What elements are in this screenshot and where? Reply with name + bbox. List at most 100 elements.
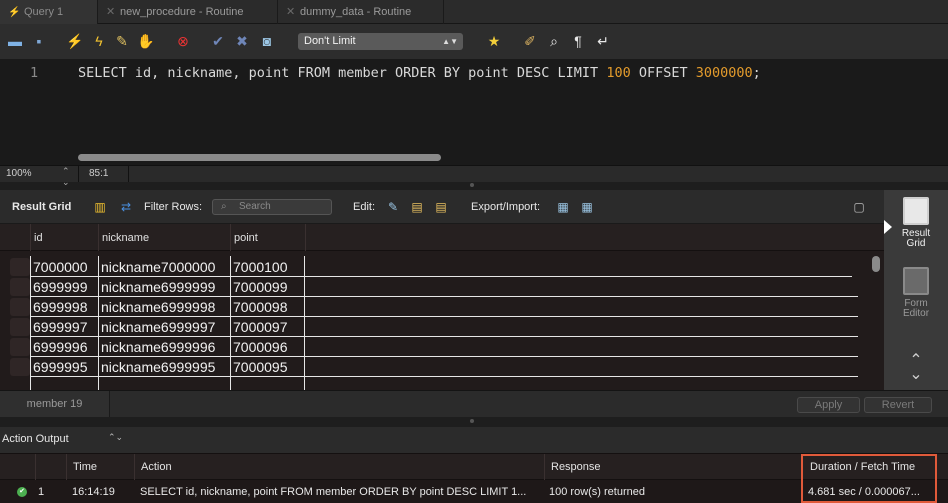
tab-dummy-data[interactable]: ✕ dummy_data - Routine — [278, 0, 444, 24]
column-header-point[interactable]: point — [230, 224, 305, 251]
toggle-panel-icon[interactable]: ▢ — [850, 199, 868, 215]
cell-id[interactable]: 7000000 — [31, 257, 88, 277]
revert-button[interactable]: Revert — [864, 397, 932, 413]
result-tab-label: member 19 — [26, 398, 83, 410]
execute-current-icon[interactable]: ϟ — [90, 32, 108, 50]
cell-point[interactable]: 7000100 — [231, 257, 288, 277]
sql-editor[interactable]: 1 SELECT id, nickname, point FROM member… — [0, 60, 948, 165]
splitter-handle[interactable] — [470, 419, 474, 423]
lightning-icon: ⚡ — [8, 7, 21, 18]
table-row[interactable]: 6999996 nickname6999996 7000096 — [0, 337, 884, 357]
cell-id[interactable]: 6999997 — [31, 317, 88, 337]
cell-id[interactable]: 6999998 — [31, 297, 88, 317]
beautify-icon[interactable]: ★ — [485, 32, 503, 50]
tab-label: dummy_data - Routine — [300, 6, 412, 18]
cell-nickname[interactable]: nickname6999995 — [99, 357, 215, 377]
cell-point[interactable]: 7000098 — [231, 297, 288, 317]
sql-number: 100 — [606, 65, 631, 81]
column-header-empty — [305, 224, 884, 251]
import-icon[interactable]: ▦ — [578, 199, 596, 215]
close-icon[interactable]: ✕ — [106, 0, 118, 24]
grid-line — [30, 336, 858, 337]
output-time: 16:14:19 — [72, 486, 115, 498]
wrap-icon[interactable]: ↵ — [594, 32, 612, 50]
output-selector-label[interactable]: Action Output — [2, 433, 69, 445]
table-row[interactable]: 6999998 nickname6999998 7000098 — [0, 297, 884, 317]
column-header-action[interactable]: Action — [134, 454, 544, 480]
edit-row-icon[interactable]: ✎ — [384, 199, 402, 215]
cell-id[interactable]: 6999995 — [31, 357, 88, 377]
table-row[interactable]: 6999995 nickname6999995 7000095 — [0, 357, 884, 377]
cell-nickname[interactable]: nickname6999997 — [99, 317, 215, 337]
cell-point[interactable]: 7000097 — [231, 317, 288, 337]
export-import-label: Export/Import: — [471, 201, 541, 213]
splitter-handle[interactable] — [470, 183, 474, 187]
sql-statement[interactable]: SELECT id, nickname, point FROM member O… — [78, 65, 761, 81]
autocommit-icon[interactable]: ◙ — [258, 32, 276, 50]
column-header-nickname[interactable]: nickname — [98, 224, 230, 251]
open-folder-icon[interactable]: ▬ — [6, 32, 24, 50]
form-editor-button[interactable]: Form Editor — [884, 267, 948, 319]
close-icon[interactable]: ✕ — [286, 0, 298, 24]
grid-layout-icon[interactable]: ▥ — [91, 199, 109, 215]
result-side-panel: Result Grid Form Editor ⌃ ⌄ — [884, 190, 948, 390]
divider — [78, 166, 79, 182]
scroll-chevrons-icon[interactable]: ⌃ ⌄ — [884, 353, 948, 383]
export-icon[interactable]: ▦ — [554, 199, 572, 215]
cell-point[interactable]: 7000099 — [231, 277, 288, 297]
refresh-icon[interactable]: ⇄ — [117, 199, 135, 215]
zoom-level[interactable]: 100% — [6, 168, 32, 179]
grid-line — [30, 296, 858, 297]
column-header-id[interactable]: id — [30, 224, 98, 251]
save-icon[interactable]: ▪ — [30, 32, 48, 50]
cell-point[interactable]: 7000096 — [231, 337, 288, 357]
selector-arrows-icon[interactable]: ⌃⌄ — [108, 432, 123, 443]
apply-button[interactable]: Apply — [797, 397, 860, 413]
cell-nickname[interactable]: nickname6999998 — [99, 297, 215, 317]
search-icon: ⌕ — [221, 201, 227, 212]
row-marker — [10, 298, 30, 316]
rollback-icon[interactable]: ✖ — [233, 32, 251, 50]
table-row[interactable]: 7000000 nickname7000000 7000100 — [0, 257, 884, 277]
delete-row-icon[interactable]: ▤ — [432, 199, 450, 215]
tab-new-procedure[interactable]: ✕ new_procedure - Routine — [98, 0, 278, 24]
cell-id[interactable]: 6999999 — [31, 277, 88, 297]
toggle-error-icon[interactable]: ⊗ — [174, 32, 192, 50]
filter-search-input[interactable]: ⌕ Search — [212, 199, 332, 215]
cell-nickname[interactable]: nickname7000000 — [99, 257, 215, 277]
cell-nickname[interactable]: nickname6999996 — [99, 337, 215, 357]
sql-text: SELECT id, nickname, point FROM member O… — [78, 65, 607, 81]
commit-icon[interactable]: ✔ — [209, 32, 227, 50]
editor-status-bar: 100% ⌃ ⌄ 85:1 — [0, 165, 948, 187]
table-row[interactable]: 6999999 nickname6999999 7000099 — [0, 277, 884, 297]
cursor-position: 85:1 — [89, 168, 109, 179]
result-grid-button[interactable]: Result Grid — [884, 197, 948, 249]
editor-horizontal-scrollbar[interactable] — [78, 154, 441, 161]
row-marker — [10, 338, 30, 356]
grid-header: id nickname point — [0, 224, 884, 251]
tab-label: Query 1 — [24, 6, 64, 18]
find-icon[interactable]: ⌕ — [545, 32, 563, 50]
output-index: 1 — [38, 486, 45, 498]
result-tab-member[interactable]: member 19 — [0, 391, 110, 417]
stop-icon[interactable]: ✋ — [137, 32, 155, 50]
cell-nickname[interactable]: nickname6999999 — [99, 277, 215, 297]
cell-id[interactable]: 6999996 — [31, 337, 88, 357]
brush-icon[interactable]: ✐ — [521, 32, 539, 50]
grid-vertical-scrollbar[interactable] — [872, 256, 880, 272]
search-placeholder: Search — [239, 201, 271, 212]
column-header-response[interactable]: Response — [544, 454, 802, 480]
table-row[interactable]: 6999997 nickname6999997 7000097 — [0, 317, 884, 337]
invisible-chars-icon[interactable]: ¶ — [569, 32, 587, 50]
row-marker — [10, 318, 30, 336]
cell-point[interactable]: 7000095 — [231, 357, 288, 377]
grid-line — [304, 256, 305, 390]
explain-icon[interactable]: ✎ — [113, 32, 131, 50]
limit-rows-select[interactable]: Don't Limit ▲▼ — [298, 33, 463, 50]
execute-icon[interactable]: ⚡ — [66, 32, 84, 50]
tab-query-1[interactable]: ⚡ Query 1 — [0, 0, 98, 24]
grid-line — [98, 256, 99, 390]
add-row-icon[interactable]: ▤ — [408, 199, 426, 215]
column-header-time[interactable]: Time — [66, 454, 134, 480]
zoom-stepper-icon[interactable]: ⌃ ⌄ — [62, 166, 70, 188]
